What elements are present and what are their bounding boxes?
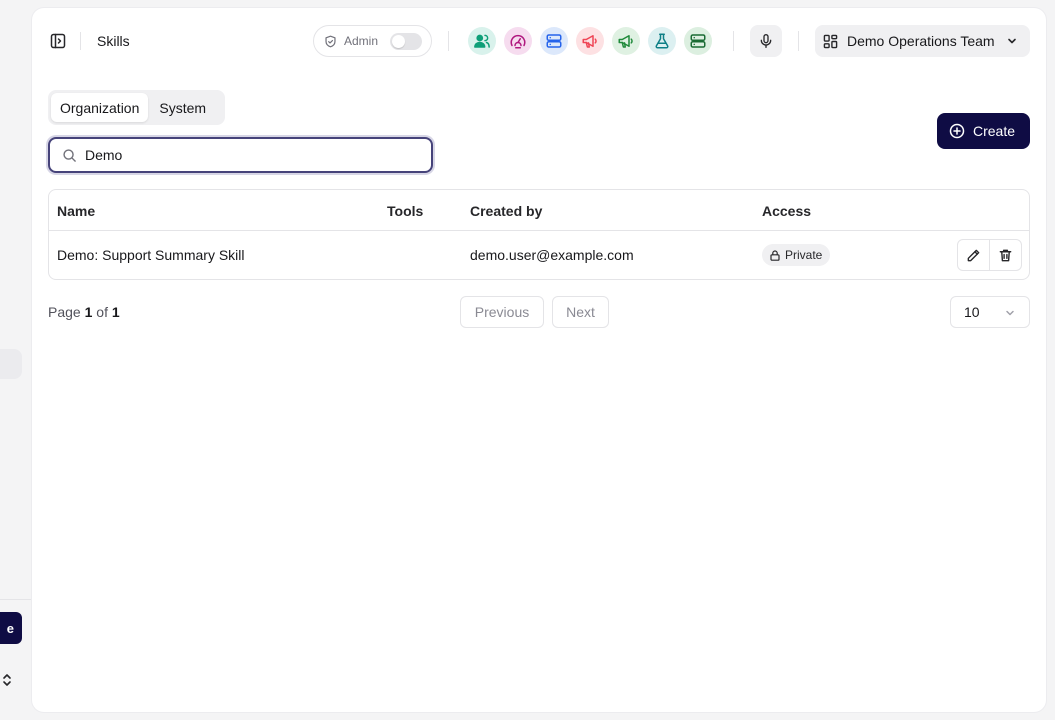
previous-button[interactable]: Previous <box>460 296 544 328</box>
header-separator <box>733 31 734 51</box>
page-word: Page <box>48 304 81 320</box>
delete-button[interactable] <box>989 240 1021 270</box>
admin-toggle-group: Admin <box>313 25 432 57</box>
create-button[interactable]: Create <box>937 113 1030 149</box>
lock-icon <box>770 249 780 261</box>
users-icon[interactable] <box>468 27 496 55</box>
edit-button[interactable] <box>958 240 989 270</box>
top-bar: Skills Admin Demo Operations Team <box>32 8 1046 74</box>
sidebar-active-item[interactable] <box>0 349 22 379</box>
admin-label: Admin <box>344 34 379 48</box>
access-badge: Private <box>762 244 831 266</box>
access-label: Private <box>785 248 823 262</box>
column-access[interactable]: Access <box>762 203 811 219</box>
skill-created-by: demo.user@example.com <box>470 247 634 263</box>
sidebar-toggle-icon[interactable] <box>50 33 66 49</box>
trash-icon <box>998 248 1013 263</box>
pencil-icon <box>966 248 981 263</box>
team-selector[interactable]: Demo Operations Team <box>815 25 1030 57</box>
microphone-icon <box>758 33 774 49</box>
header-separator <box>798 31 799 51</box>
megaphone-green-icon[interactable] <box>612 27 640 55</box>
skill-name[interactable]: Demo: Support Summary Skill <box>57 247 245 263</box>
table-row[interactable]: Demo: Support Summary Skill demo.user@ex… <box>49 231 1029 279</box>
scope-tabs: Organization System <box>48 90 225 125</box>
column-name[interactable]: Name <box>57 203 95 219</box>
flask-icon[interactable] <box>648 27 676 55</box>
server-dark-icon[interactable] <box>684 27 712 55</box>
header-divider <box>80 32 81 50</box>
sidebar-create-button[interactable]: e <box>0 612 22 644</box>
server-icon[interactable] <box>540 27 568 55</box>
column-tools[interactable]: Tools <box>387 203 423 219</box>
next-button[interactable]: Next <box>552 296 609 328</box>
sidebar-divider <box>0 599 31 600</box>
dashboard-icon <box>823 34 838 49</box>
of-word: of <box>96 304 108 320</box>
header-separator <box>448 31 449 51</box>
gauge-icon[interactable] <box>504 27 532 55</box>
search-field <box>48 137 433 173</box>
chevrons-up-down-icon[interactable] <box>0 672 14 688</box>
chevron-down-icon <box>1006 35 1018 47</box>
chevron-down-icon <box>1004 307 1016 319</box>
tab-system[interactable]: System <box>150 93 215 122</box>
app-switcher <box>468 27 712 55</box>
current-page: 1 <box>84 304 93 320</box>
tab-organization[interactable]: Organization <box>51 93 149 122</box>
plus-circle-icon <box>949 123 965 139</box>
page-indicator: Page 1 of 1 <box>48 304 120 320</box>
search-icon <box>62 148 77 163</box>
table-header: Name Tools Created by Access <box>49 190 1029 231</box>
main-panel: Skills Admin Demo Operations Team Organi… <box>32 8 1046 712</box>
megaphone-red-icon[interactable] <box>576 27 604 55</box>
microphone-button[interactable] <box>750 25 782 57</box>
search-input[interactable] <box>85 147 405 163</box>
total-pages: 1 <box>111 304 120 320</box>
team-name: Demo Operations Team <box>847 33 995 49</box>
page-size-select[interactable]: 10 <box>950 296 1030 328</box>
skills-table: Name Tools Created by Access Demo: Suppo… <box>48 189 1030 280</box>
column-created-by[interactable]: Created by <box>470 203 542 219</box>
row-actions <box>957 239 1022 271</box>
shield-icon <box>324 35 337 48</box>
page-size-value: 10 <box>964 304 980 320</box>
create-label: Create <box>973 123 1016 139</box>
admin-toggle[interactable] <box>390 33 422 50</box>
page-title: Skills <box>97 33 130 49</box>
